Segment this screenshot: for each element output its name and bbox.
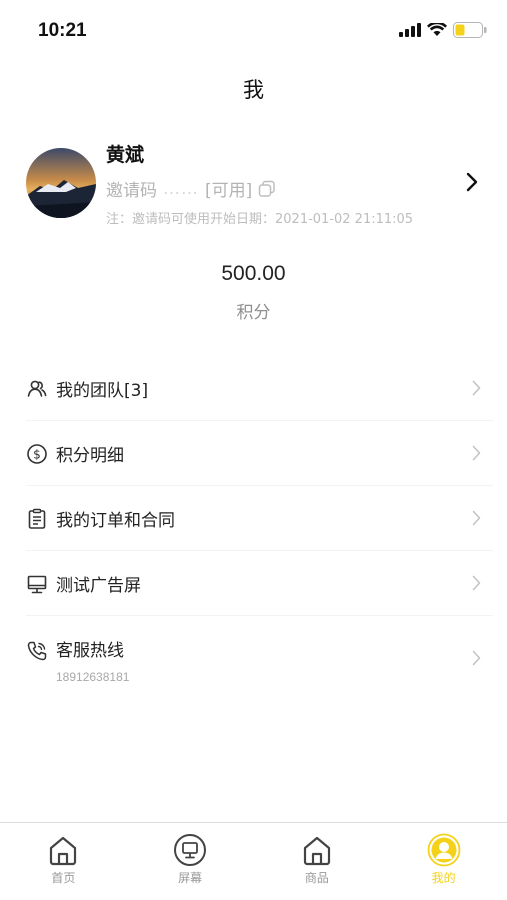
chevron-right-icon — [472, 575, 481, 591]
hotline-number: 18912638181 — [56, 670, 130, 684]
battery-icon — [453, 22, 487, 38]
invite-prefix: 邀请码 — [106, 181, 157, 201]
menu-list: 我的团队[3] $ 积分明细 我的订单和合同 测试广告屏 客服热线 189126… — [0, 356, 507, 702]
tab-screen[interactable]: 屏幕 — [127, 823, 254, 900]
monitor-icon — [27, 575, 47, 594]
chevron-right-icon — [472, 380, 481, 396]
user-name: 黄斌 — [106, 144, 145, 166]
menu-item-hotline[interactable]: 客服热线 18912638181 — [26, 616, 493, 702]
tab-label: 首页 — [51, 871, 76, 885]
tab-bar: 首页 屏幕 商品 我的 — [0, 822, 507, 900]
points-summary: 500.00 积分 — [0, 262, 507, 323]
chevron-right-icon[interactable] — [466, 172, 478, 192]
profile-icon — [427, 833, 461, 867]
tab-shop[interactable]: 商品 — [254, 823, 381, 900]
shop-icon — [303, 836, 330, 866]
invite-row: 邀请码 …… [可用] — [106, 176, 276, 201]
document-icon — [28, 508, 46, 529]
menu-label: 我的团队[3] — [56, 381, 149, 401]
invite-status: [可用] — [205, 181, 253, 201]
avatar[interactable] — [26, 148, 96, 218]
wifi-icon — [427, 23, 447, 36]
page-title: 我 — [243, 78, 264, 102]
profile-card[interactable]: 黄斌 邀请码 …… [可用] 注：邀请码可使用开始日期：2021-01-02 2… — [26, 138, 486, 230]
status-time: 10:21 — [38, 20, 87, 41]
screen-icon — [174, 834, 207, 866]
team-icon — [27, 380, 47, 397]
chevron-right-icon — [472, 650, 481, 666]
menu-label: 客服热线 — [56, 641, 124, 661]
copy-icon[interactable] — [258, 180, 276, 198]
menu-item-team[interactable]: 我的团队[3] — [26, 356, 493, 421]
menu-label: 测试广告屏 — [56, 576, 141, 596]
tab-label: 屏幕 — [178, 871, 203, 885]
status-bar: 10:21 — [0, 0, 507, 62]
tab-label: 商品 — [304, 871, 329, 885]
tab-mine[interactable]: 我的 — [380, 823, 507, 900]
tab-home[interactable]: 首页 — [0, 823, 127, 900]
status-icons — [399, 22, 487, 38]
coin-icon: $ — [27, 444, 47, 464]
menu-item-ad-screen[interactable]: 测试广告屏 — [26, 551, 493, 616]
menu-item-points-detail[interactable]: $ 积分明细 — [26, 421, 493, 486]
invite-note: 注：邀请码可使用开始日期：2021-01-02 21:11:05 — [106, 212, 414, 227]
svg-text:$: $ — [33, 448, 41, 462]
points-value: 500.00 — [221, 262, 286, 285]
chevron-right-icon — [472, 445, 481, 461]
menu-label: 积分明细 — [56, 446, 124, 466]
phone-icon — [27, 641, 47, 661]
tab-label: 我的 — [431, 871, 456, 885]
menu-item-orders[interactable]: 我的订单和合同 — [26, 486, 493, 551]
points-label: 积分 — [236, 303, 271, 323]
invite-code: …… — [163, 178, 199, 199]
home-icon — [50, 836, 77, 866]
chevron-right-icon — [472, 510, 481, 526]
signal-icon — [399, 23, 421, 37]
menu-label: 我的订单和合同 — [56, 511, 175, 531]
